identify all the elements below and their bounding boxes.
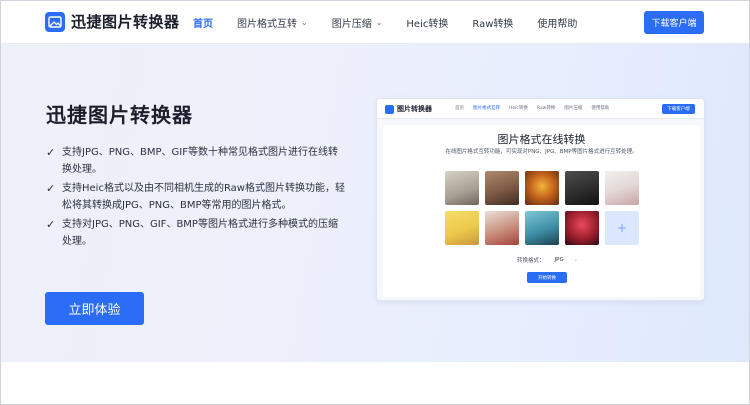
preview-download-button: 下载客户端 [662, 104, 695, 114]
logo-text: 迅捷图片转换器 [71, 13, 180, 31]
image-thumbnail [445, 211, 479, 245]
nav-item-raw[interactable]: Raw转换 [472, 15, 513, 30]
chevron-down-icon: ⌄ [375, 18, 383, 27]
preview-menu-item: 图片格式互转 [473, 106, 500, 111]
preview-body: 图片格式在线转换 在线图片格式互转功能，可实现对PNG、JPG、BMP等图片格式… [383, 125, 700, 297]
top-nav: 迅捷图片转换器 首页 图片格式互转 ⌄ 图片压缩 ⌄ Heic转换 Raw转换 … [1, 1, 749, 44]
feature-text: 支持JPG、PNG、BMP、GIF等数十种常见格式图片进行在线转换处理。 [62, 147, 338, 175]
main-menu: 首页 图片格式互转 ⌄ 图片压缩 ⌄ Heic转换 Raw转换 使用帮助 [193, 15, 601, 30]
download-client-button[interactable]: 下载客户端 [644, 11, 704, 34]
nav-item-heic[interactable]: Heic转换 [406, 15, 448, 30]
nav-item-label: Raw转换 [472, 19, 514, 30]
preview-menu-item: 使用帮助 [591, 106, 610, 111]
preview-nav: 图片转换器 首页 图片格式互转 Heic转换 Raw转换 图片压缩 使用帮助 下… [377, 99, 704, 119]
image-thumbnail [565, 211, 599, 245]
nav-item-label: Heic转换 [406, 19, 449, 30]
nav-item-home[interactable]: 首页 [193, 15, 213, 30]
logo[interactable]: 迅捷图片转换器 [45, 11, 180, 32]
hero-title: 迅捷图片转换器 [46, 103, 193, 127]
preview-logo: 图片转换器 [385, 104, 432, 114]
preview-menu: 首页 图片格式互转 Heic转换 Raw转换 图片压缩 使用帮助 [455, 105, 618, 111]
image-thumbnail [485, 171, 519, 205]
preview-menu-item: Raw转换 [536, 106, 556, 111]
nav-item-help[interactable]: 使用帮助 [537, 15, 577, 30]
check-icon: ✓ [46, 182, 56, 195]
nav-item-format-convert[interactable]: 图片格式互转 ⌄ [237, 15, 308, 30]
nav-item-label: 首页 [193, 19, 213, 30]
chevron-down-icon: ⌄ [301, 18, 308, 27]
hero-section: 迅捷图片转换器 ✓ 支持JPG、PNG、BMP、GIF等数十种常见格式图片进行在… [1, 44, 749, 362]
preview-start-button: 开始转换 [527, 272, 567, 283]
product-preview: 图片转换器 首页 图片格式互转 Heic转换 Raw转换 图片压缩 使用帮助 下… [376, 98, 705, 301]
preview-menu-item: 图片压缩 [564, 106, 583, 111]
image-thumbnail [565, 171, 599, 205]
preview-format-row: 转换格式： JPG ⌄ [517, 256, 578, 264]
preview-title: 图片格式在线转换 [497, 133, 586, 146]
preview-image-grid: + [445, 171, 641, 245]
check-icon: ✓ [46, 218, 56, 231]
chevron-down-icon: ⌄ [573, 257, 578, 263]
preview-subtitle: 在线图片格式互转功能，可实现对PNG、JPG、BMP等图片格式进行互转处理。 [445, 149, 638, 155]
image-thumbnail [485, 211, 519, 245]
preview-menu-item: Heic转换 [509, 106, 528, 111]
nav-item-compress[interactable]: 图片压缩 ⌄ [332, 15, 383, 30]
feature-item: ✓ 支持Heic格式以及由不同相机生成的Raw格式图片转换功能，轻松将其转换成J… [46, 180, 346, 214]
feature-item: ✓ 支持JPG、PNG、BMP、GIF等数十种常见格式图片进行在线转换处理。 [46, 144, 346, 178]
image-thumbnail [445, 171, 479, 205]
preview-menu-item: 首页 [455, 106, 464, 111]
feature-item: ✓ 支持对JPG、PNG、GIF、BMP等图片格式进行多种模式的压缩处理。 [46, 216, 346, 250]
feature-text: 支持对JPG、PNG、GIF、BMP等图片格式进行多种模式的压缩处理。 [62, 219, 338, 247]
add-image-icon: + [605, 211, 639, 245]
feature-text: 支持Heic格式以及由不同相机生成的Raw格式图片转换功能，轻松将其转换成JPG… [62, 183, 345, 211]
preview-logo-text: 图片转换器 [397, 105, 432, 113]
page-frame: 迅捷图片转换器 首页 图片格式互转 ⌄ 图片压缩 ⌄ Heic转换 Raw转换 … [0, 0, 750, 405]
feature-list: ✓ 支持JPG、PNG、BMP、GIF等数十种常见格式图片进行在线转换处理。 ✓… [46, 144, 346, 252]
logo-icon [45, 11, 65, 32]
preview-logo-icon [385, 104, 394, 114]
check-icon: ✓ [46, 146, 56, 159]
preview-format-label: 转换格式： [517, 258, 545, 264]
try-now-button[interactable]: 立即体验 [45, 292, 144, 325]
preview-format-value: JPG [554, 257, 564, 263]
image-thumbnail [525, 171, 559, 205]
image-thumbnail [525, 211, 559, 245]
nav-item-label: 使用帮助 [537, 19, 578, 30]
nav-item-label: 图片格式互转 [237, 19, 297, 30]
image-thumbnail [605, 171, 639, 205]
nav-item-label: 图片压缩 [331, 19, 372, 30]
